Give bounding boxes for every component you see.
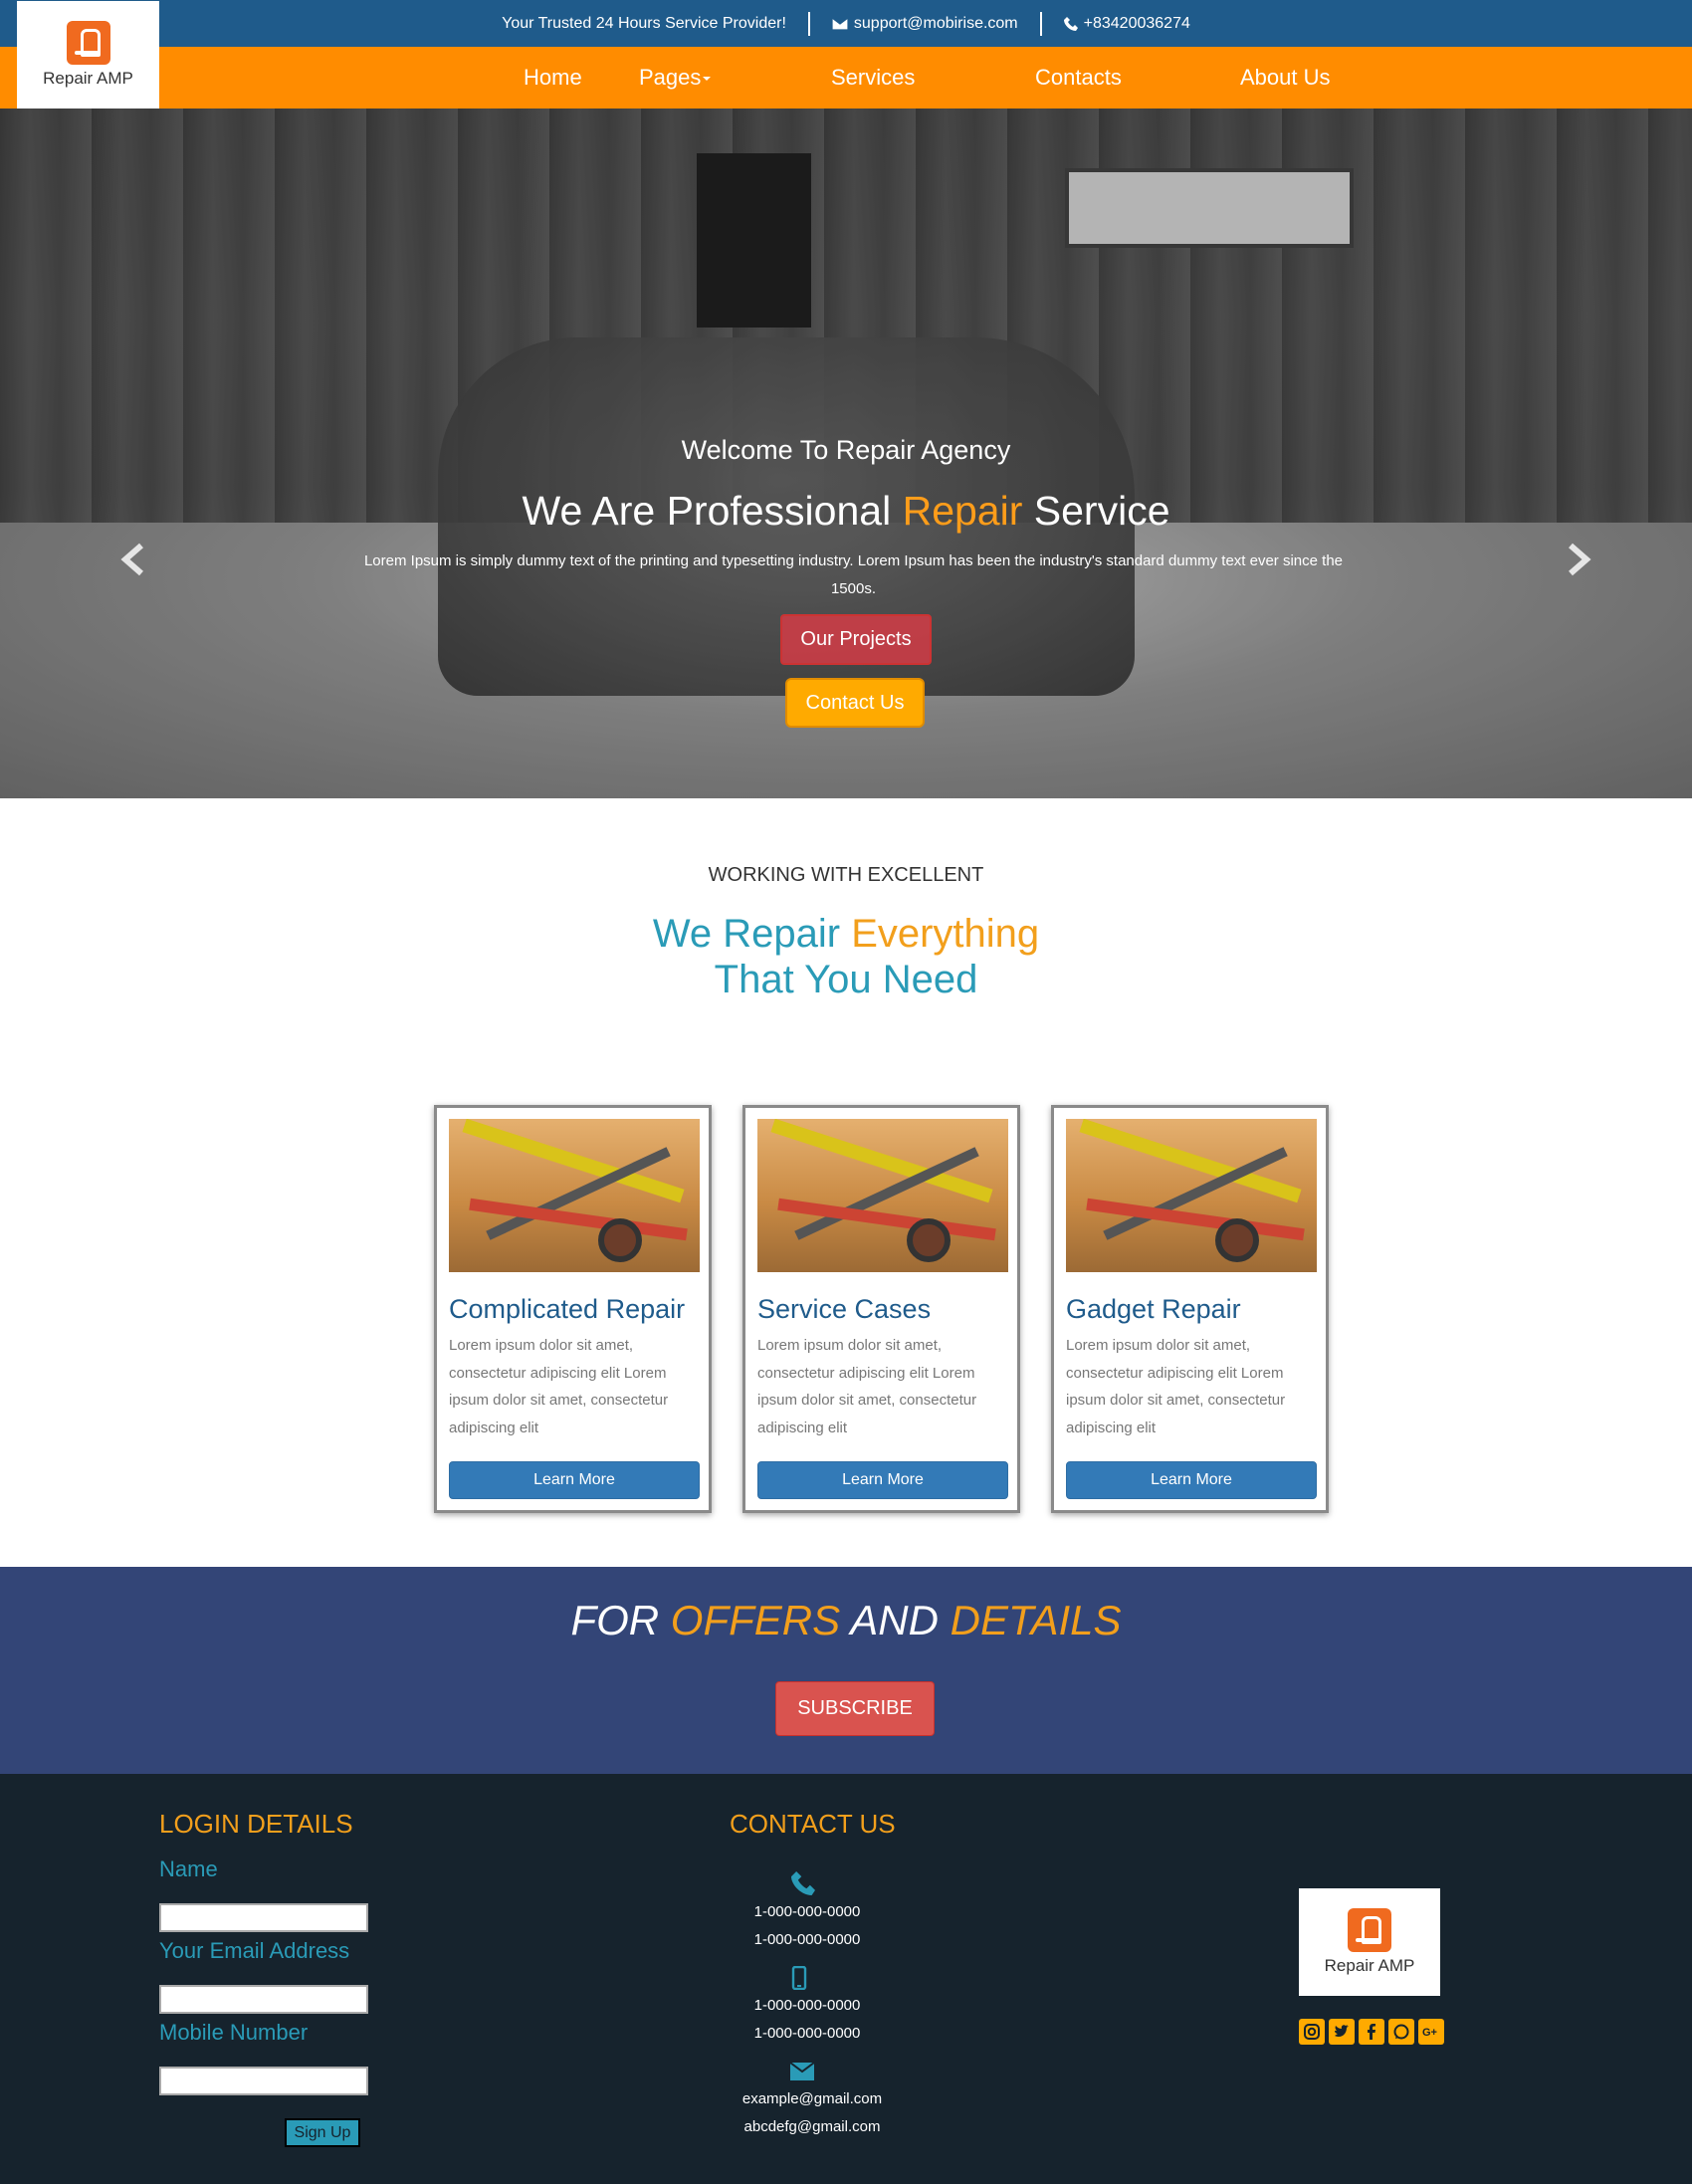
card-text: Lorem ipsum dolor sit amet, consectetur … [757,1337,977,1436]
contact-mobile-2: 1-000-000-0000 [753,2025,861,2042]
nav-home[interactable]: Home [524,65,639,91]
mobile-icon [791,1965,807,1995]
carousel-next-icon[interactable] [1561,542,1596,577]
contact-email-1[interactable]: example@gmail.com [713,2090,912,2107]
main-navbar: Home Pages Services Contacts About Us [0,47,1692,109]
mobile-input[interactable] [159,2067,368,2095]
envelope-icon [831,17,848,30]
mobile-label: Mobile Number [159,2020,309,2045]
card-title: Complicated Repair [449,1294,686,1324]
instagram-icon[interactable] [1299,2019,1325,2045]
offers-banner: FOR OFFERS AND DETAILS SUBSCRIBE [0,1567,1692,1774]
whatsapp-icon[interactable] [1388,2019,1414,2045]
service-card: Gadget Repair Lorem ipsum dolor sit amet… [1051,1105,1329,1513]
phone-icon [791,1871,815,1900]
sign-up-button[interactable]: Sign Up [285,2118,360,2147]
contact-us-heading: CONTACT US [730,1809,896,1839]
hero-carousel: Welcome To Repair Agency We Are Professi… [0,109,1692,798]
email-label: Your Email Address [159,1938,350,1963]
nav-pages[interactable]: Pages [639,65,831,91]
contact-phone-2: 1-000-000-0000 [753,1931,861,1948]
tools-image [1066,1119,1317,1272]
name-input[interactable] [159,1903,368,1932]
support-email-link[interactable]: support@mobirise.com [831,14,1018,33]
login-details-heading: LOGIN DETAILS [159,1809,353,1839]
google-plus-icon[interactable]: G+ [1418,2019,1444,2045]
offers-word-1: FOR [570,1597,660,1643]
service-card: Complicated Repair Lorem ipsum dolor sit… [434,1105,712,1513]
svg-text:G+: G+ [1422,2027,1437,2039]
site-footer: LOGIN DETAILS Name Your Email Address Mo… [0,1774,1692,2184]
hero-welcome: Welcome To Repair Agency [681,435,1011,465]
service-card: Service Cases Lorem ipsum dolor sit amet… [742,1105,1020,1513]
divider [1039,11,1042,36]
nav-contacts[interactable]: Contacts [1035,65,1240,91]
learn-more-button[interactable]: Learn More [449,1461,700,1499]
tools-image [449,1119,700,1272]
wrench-hand-logo-icon [66,21,110,65]
tools-image [757,1119,1008,1272]
caret-down-icon [703,77,712,82]
nav-menu: Home Pages Services Contacts About Us [524,47,1331,109]
brand-logo[interactable]: Repair AMP [17,1,159,109]
contact-us-button[interactable]: Contact Us [785,678,925,728]
logo-text: Repair AMP [43,69,133,88]
hero-title: We Are Professional Repair Service [0,488,1692,535]
headline-part2: That You Need [714,958,978,1001]
section-eyebrow: WORKING WITH EXCELLENT [708,864,984,886]
offers-word-2: OFFERS [670,1597,841,1643]
support-phone-link[interactable]: +83420036274 [1063,14,1190,33]
nav-pages-label: Pages [639,65,702,90]
offers-title: FOR OFFERS AND DETAILS [0,1597,1692,1644]
learn-more-button[interactable]: Learn More [1066,1461,1317,1499]
hero-description: Lorem Ipsum is simply dummy text of the … [363,552,1344,597]
hero-title-part1: We Are Professional [522,488,892,534]
top-info-bar: Your Trusted 24 Hours Service Provider! … [0,0,1692,47]
email-input[interactable] [159,1985,368,2014]
envelope-icon [789,2062,815,2085]
card-text: Lorem ipsum dolor sit amet, consectetur … [1066,1337,1286,1436]
contact-email-2[interactable]: abcdefg@gmail.com [713,2118,912,2135]
support-email: support@mobirise.com [853,14,1018,32]
phone-icon [1063,16,1078,31]
headline-part1: We Repair [652,912,841,956]
nav-about-us[interactable]: About Us [1240,65,1331,91]
wrench-hand-logo-icon [1348,1908,1391,1952]
footer-logo-text: Repair AMP [1324,1956,1415,1975]
contact-mobile-1: 1-000-000-0000 [753,1997,861,2014]
subscribe-button[interactable]: SUBSCRIBE [775,1681,935,1736]
hero-title-part2: Service [1033,488,1170,534]
card-title: Gadget Repair [1066,1294,1241,1324]
social-links: G+ [1299,2019,1444,2045]
facebook-icon[interactable] [1359,2019,1384,2045]
footer-logo[interactable]: Repair AMP [1299,1888,1440,1996]
service-cards: Complicated Repair Lorem ipsum dolor sit… [434,1105,1329,1513]
headline-accent: Everything [851,912,1040,956]
carousel-prev-icon[interactable] [115,542,151,577]
offers-word-4: DETAILS [950,1597,1122,1643]
contact-phone-1: 1-000-000-0000 [753,1903,861,1920]
hero-title-accent: Repair [902,488,1023,534]
card-title: Service Cases [757,1294,932,1324]
card-text: Lorem ipsum dolor sit amet, consectetur … [449,1337,669,1436]
tagline: Your Trusted 24 Hours Service Provider! [502,14,786,32]
learn-more-button[interactable]: Learn More [757,1461,1008,1499]
section-headline: We Repair Everything That You Need [0,911,1692,1002]
our-projects-button[interactable]: Our Projects [780,614,932,665]
divider [807,11,810,36]
name-label: Name [159,1856,218,1881]
twitter-icon[interactable] [1329,2019,1355,2045]
support-phone: +83420036274 [1083,14,1190,32]
nav-services[interactable]: Services [831,65,1035,91]
offers-word-3: AND [850,1597,939,1643]
